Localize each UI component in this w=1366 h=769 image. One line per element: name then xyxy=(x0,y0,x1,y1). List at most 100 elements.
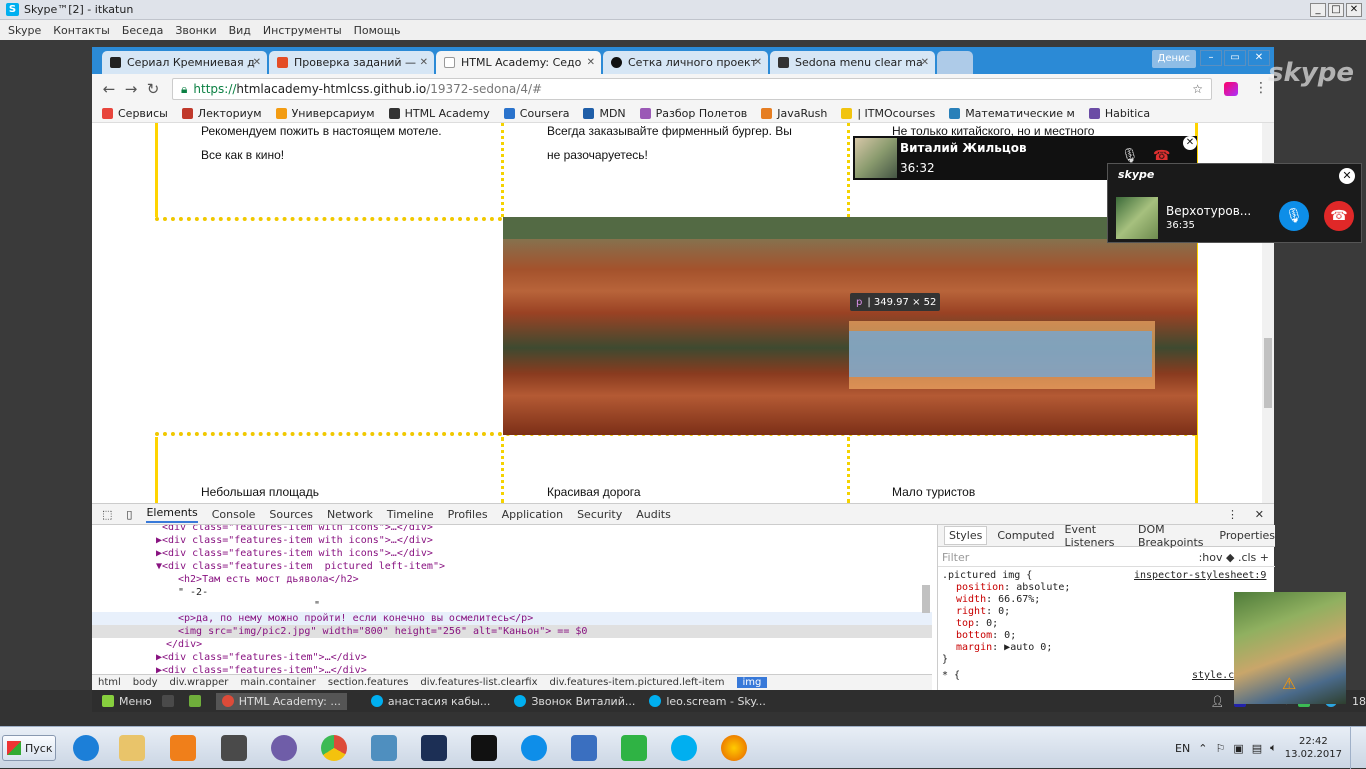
tab-audits[interactable]: Audits xyxy=(636,508,671,521)
tab-computed[interactable]: Computed xyxy=(997,529,1054,542)
close-devtools-icon[interactable]: ✕ xyxy=(1255,508,1264,521)
tab-htmlacademy[interactable]: HTML Academy: Седо ✕ xyxy=(436,51,601,74)
menu-calls[interactable]: Звонки xyxy=(175,24,216,37)
taskbar-app-chrome[interactable] xyxy=(314,731,354,765)
kebab-menu-icon[interactable]: ⋮ xyxy=(1227,508,1238,521)
styles-filter-input[interactable]: Filter :hov ◆ .cls + xyxy=(938,547,1275,567)
taskbar-window-html-academy[interactable]: HTML Academy: ... xyxy=(215,692,347,710)
tab-application[interactable]: Application xyxy=(502,508,563,521)
crumb-img[interactable]: img xyxy=(736,677,768,688)
kebab-menu-icon[interactable]: ⋮ xyxy=(1254,80,1268,96)
taskbar-app-s[interactable] xyxy=(614,731,654,765)
taskbar-app-explorer[interactable] xyxy=(112,731,152,765)
language-indicator[interactable]: EN xyxy=(1175,742,1190,755)
device-tray-icon[interactable]: ▣ xyxy=(1233,742,1243,755)
taskbar-app-teamviewer[interactable] xyxy=(514,731,554,765)
rule-source-link[interactable]: inspector-stylesheet:9 xyxy=(1134,570,1266,582)
taskbar-app-media[interactable] xyxy=(163,731,203,765)
crumb-html[interactable]: html xyxy=(98,677,121,688)
address-bar[interactable]: 🔒︎ https:// htmlacademy-htmlcss.github.i… xyxy=(172,78,1212,100)
back-icon[interactable]: ← xyxy=(98,80,120,98)
tab-profiles[interactable]: Profiles xyxy=(448,508,488,521)
chrome-minimize-button[interactable]: – xyxy=(1200,50,1222,66)
mic-icon[interactable]: 🎙︎ xyxy=(1121,148,1139,164)
dom-node[interactable]: ▶<div class="features-item with icons">…… xyxy=(92,547,932,560)
clock[interactable]: 22:42 13.02.2017 xyxy=(1285,735,1342,761)
css-declaration[interactable]: width: 66.67%; xyxy=(956,594,1040,606)
taskbar-app-github[interactable] xyxy=(264,731,304,765)
taskbar-app-skype[interactable] xyxy=(664,731,704,765)
dom-node[interactable]: ▶<div class="features-item with icons">…… xyxy=(92,534,932,547)
bookmark-mdn[interactable]: MDN xyxy=(583,107,626,120)
close-icon[interactable]: ✕ xyxy=(1183,136,1197,150)
device-icon[interactable]: ▯ xyxy=(126,508,132,521)
crumb-main[interactable]: main.container xyxy=(240,677,316,688)
taskbar-window-call[interactable]: Звонок Виталий... xyxy=(514,695,635,708)
dom-node-selected[interactable]: <img src="img/pic2.jpg" width="800" heig… xyxy=(92,625,932,638)
next-rule-source[interactable]: style.cs xyxy=(1192,670,1240,682)
taskbar-app-ie[interactable] xyxy=(66,731,106,765)
menu-tools[interactable]: Инструменты xyxy=(263,24,342,37)
tab-sources[interactable]: Sources xyxy=(269,508,313,521)
hang-up-icon[interactable]: ☎︎ xyxy=(1153,148,1170,164)
dom-node[interactable]: ▼<div class="features-item pictured left… xyxy=(92,560,932,573)
tab-dom-breakpoints[interactable]: DOM Breakpoints xyxy=(1138,523,1209,549)
dom-text-node[interactable]: " -2- xyxy=(92,586,932,599)
taskbar-app-photos[interactable] xyxy=(364,731,404,765)
close-tab-icon[interactable]: ✕ xyxy=(921,57,929,68)
taskbar-app-sublime[interactable] xyxy=(214,731,254,765)
tab-serial[interactable]: Сериал Кремниевая д ✕ xyxy=(102,51,267,74)
elements-scrollbar[interactable] xyxy=(922,585,930,613)
dom-node[interactable]: ▶<div class="features-item">…</div> xyxy=(92,651,932,664)
star-icon[interactable]: ☆ xyxy=(1192,82,1203,96)
tab-console[interactable]: Console xyxy=(212,508,256,521)
dom-text-node[interactable]: " xyxy=(92,599,932,612)
bookmark-htmlacademy[interactable]: HTML Academy xyxy=(388,107,490,120)
css-declaration[interactable]: margin: ▶auto 0; xyxy=(956,642,1052,654)
mic-button[interactable]: 🎙︎ xyxy=(1279,201,1309,231)
menu-view[interactable]: Вид xyxy=(229,24,251,37)
bookmark-services[interactable]: Сервисы xyxy=(102,107,168,120)
files-launcher[interactable] xyxy=(188,695,206,707)
menu-skype[interactable]: Skype xyxy=(8,24,41,37)
minimize-button[interactable]: _ xyxy=(1310,3,1326,17)
taskbar-window-anastasia[interactable]: анастасия кабы... xyxy=(370,695,490,708)
maximize-button[interactable]: □ xyxy=(1328,3,1344,17)
menu-contacts[interactable]: Контакты xyxy=(53,24,110,37)
start-button[interactable]: Пуск xyxy=(2,735,56,761)
extension-icon[interactable] xyxy=(1224,82,1238,96)
scrollbar-thumb[interactable] xyxy=(1264,338,1272,408)
chrome-close-button[interactable]: ✕ xyxy=(1248,50,1270,66)
crumb-section[interactable]: section.features xyxy=(328,677,409,688)
flag-tray-icon[interactable]: ⚐ xyxy=(1215,742,1225,755)
dom-node[interactable]: <div class="features-item with icons">…<… xyxy=(92,525,932,534)
css-declaration[interactable]: right: 0; xyxy=(956,606,1010,618)
close-tab-icon[interactable]: ✕ xyxy=(754,57,762,68)
tab-github-grid[interactable]: Сетка личного проект ✕ xyxy=(603,51,768,74)
tab-check[interactable]: Проверка заданий — ✕ xyxy=(269,51,434,74)
close-tab-icon[interactable]: ✕ xyxy=(253,57,261,68)
bookmark-coursera[interactable]: Coursera xyxy=(503,107,569,120)
bookmark-habitica[interactable]: Habitica xyxy=(1088,107,1150,120)
taskbar-app-photoshop[interactable] xyxy=(414,731,454,765)
user-icon[interactable]: 👤︎ xyxy=(1210,695,1224,708)
profile-button[interactable]: Денис xyxy=(1151,50,1196,68)
bookmark-razbor[interactable]: Разбор Полетов xyxy=(639,107,747,120)
tray-expand-icon[interactable]: ⌃ xyxy=(1198,742,1207,755)
volume-tray-icon[interactable]: 🔈︎ xyxy=(1270,741,1277,755)
css-declaration[interactable]: position: absolute; xyxy=(956,582,1070,594)
show-desktop-button[interactable] xyxy=(1350,727,1360,769)
crumb-features-list[interactable]: div.features-list.clearfix xyxy=(420,677,537,688)
close-button[interactable]: ✕ xyxy=(1346,3,1362,17)
taskbar-app-cmd[interactable] xyxy=(464,731,504,765)
taskbar-app-network[interactable] xyxy=(564,731,604,765)
hang-up-button[interactable]: ☎︎ xyxy=(1324,201,1354,231)
bookmark-javarush[interactable]: JavaRush xyxy=(761,107,827,120)
tab-elements[interactable]: Elements xyxy=(146,506,198,523)
bookmark-lektorium[interactable]: Лекториум xyxy=(181,107,262,120)
terminal-launcher[interactable] xyxy=(161,695,179,707)
taskbar-app-firefox[interactable] xyxy=(714,731,754,765)
network-tray-icon[interactable]: ▤ xyxy=(1252,742,1262,755)
bookmark-math[interactable]: Математические м xyxy=(949,107,1075,120)
inspect-icon[interactable]: ⬚ xyxy=(102,508,112,521)
